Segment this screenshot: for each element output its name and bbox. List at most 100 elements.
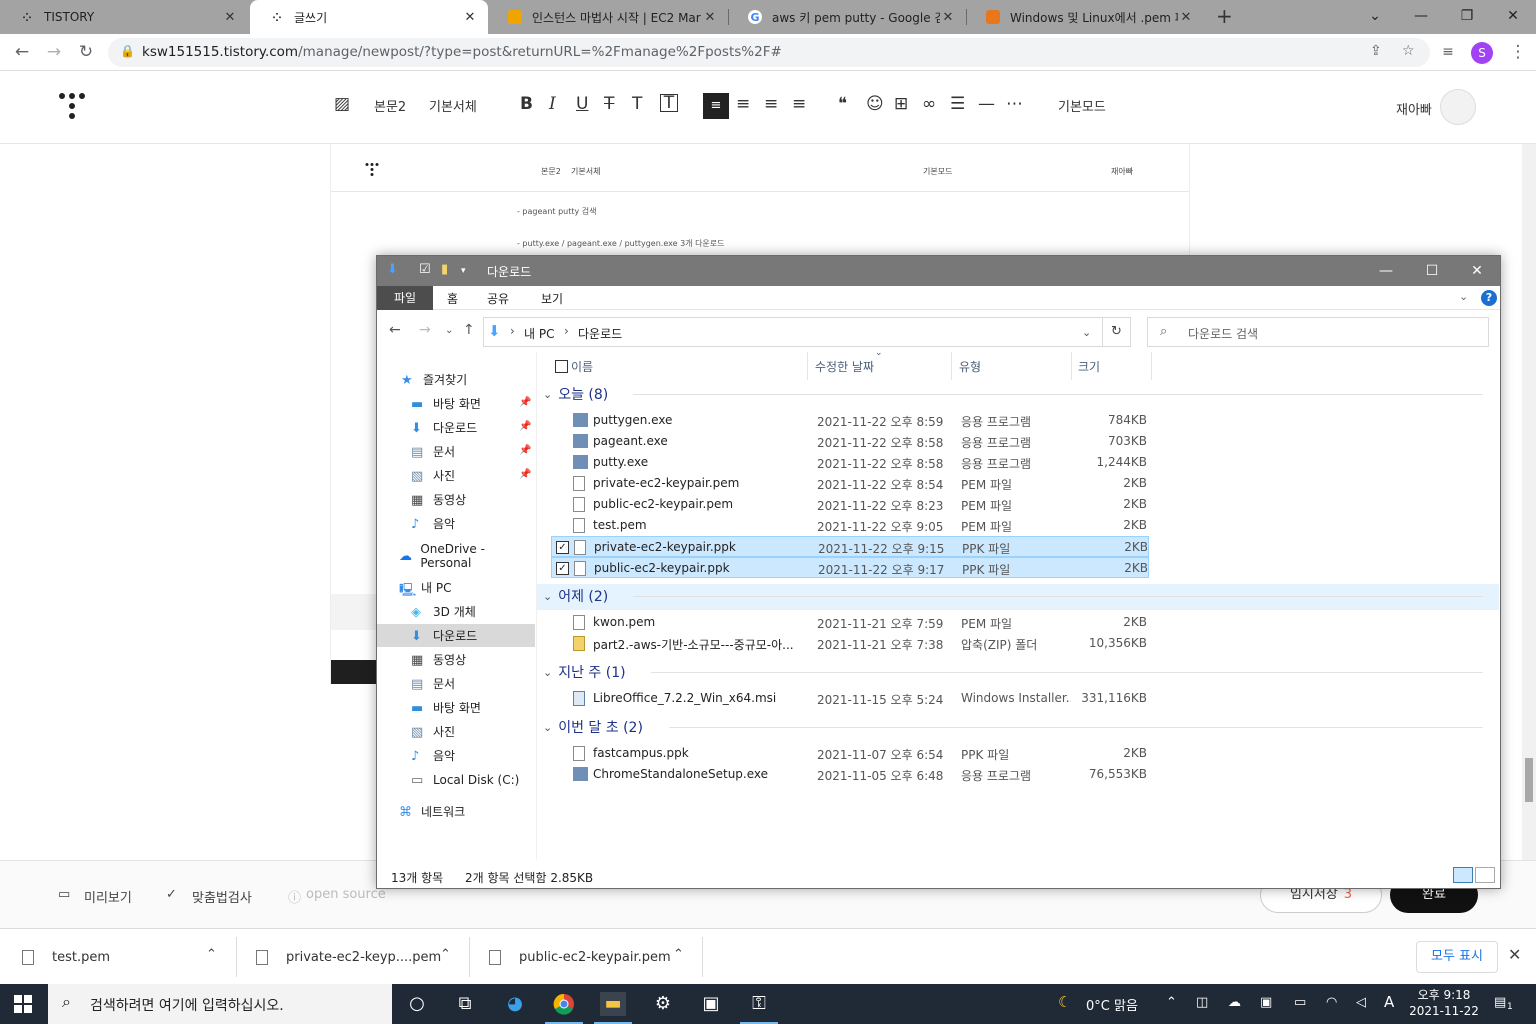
sidebar-item[interactable]: ▧ 사진 (377, 720, 535, 743)
display-icon[interactable]: ▣ (1260, 995, 1272, 1010)
new-tab-icon[interactable]: + (1216, 4, 1233, 28)
sidebar-item[interactable]: ◈ 3D 개체 (377, 600, 535, 623)
minimize-icon[interactable]: — (1363, 256, 1409, 286)
row-checkbox[interactable]: ✓ (556, 562, 569, 575)
details-view-icon[interactable] (1453, 867, 1473, 883)
font-dropdown[interactable]: 기본서체 (429, 96, 477, 115)
sidebar-item[interactable]: ♪ 음악 (377, 512, 535, 535)
ribbon-tab-view[interactable]: 보기 (541, 290, 563, 307)
chevron-up-icon[interactable]: ⌃ (206, 947, 217, 962)
column-header-type[interactable]: 유형 (959, 358, 981, 375)
link-icon[interactable]: ∞ (922, 94, 936, 114)
breadcrumb-separator-icon[interactable]: › (510, 324, 515, 338)
notification-icon[interactable]: ▤ (1494, 995, 1506, 1010)
sidebar-item[interactable]: ▤ 문서 (377, 672, 535, 695)
text-background-icon[interactable]: T (660, 94, 678, 112)
ribbon-tab-file[interactable]: 파일 (377, 286, 433, 310)
preview-button[interactable]: 미리보기 (84, 887, 132, 906)
align-left-icon[interactable]: ≡ (703, 93, 729, 119)
chevron-down-icon[interactable]: ⌄ (543, 388, 552, 401)
back-icon[interactable]: ← (389, 322, 401, 338)
ribbon-tab-home[interactable]: 홈 (447, 290, 458, 307)
sidebar-item[interactable]: ♪ 음악 (377, 744, 535, 767)
align-center-icon[interactable]: ≡ (736, 94, 750, 114)
emoticon-icon[interactable]: ☺ (866, 94, 884, 114)
close-tab-icon[interactable]: ✕ (702, 10, 718, 25)
restore-icon[interactable]: ❐ (1444, 0, 1490, 34)
sidebar-item-quick-access[interactable]: ★ 즐겨찾기 (377, 368, 535, 391)
close-window-icon[interactable]: ✕ (1454, 256, 1500, 286)
file-row[interactable]: putty.exe 2021-11-22 오후 8:58 응용 프로그램 1,244K… (551, 452, 1149, 473)
chevron-down-icon[interactable]: ⌄ (543, 590, 552, 603)
cortana-icon[interactable]: ○ (404, 992, 430, 1016)
sidebar-item[interactable]: ▭ Local Disk (C:) (377, 768, 535, 791)
close-download-shelf-icon[interactable]: ✕ (1508, 945, 1521, 964)
download-item[interactable]: public-ec2-keypair.pem ⌃ (489, 929, 703, 985)
group-header[interactable]: ⌄ 지난 주 (1) (543, 662, 1483, 682)
browser-tab-aws-docs[interactable]: Windows 및 Linux에서 .pem 파일 ✕ (966, 0, 1204, 34)
file-row[interactable]: ✓ private-ec2-keypair.ppk 2021-11-22 오후 9:… (551, 536, 1149, 557)
tab-search-icon[interactable]: ⌄ (1352, 0, 1398, 34)
row-checkbox[interactable]: ✓ (556, 541, 569, 554)
chevron-down-icon[interactable]: ⌄ (543, 721, 552, 734)
close-tab-icon[interactable]: ✕ (462, 10, 478, 25)
sidebar-item[interactable]: ▬ 바탕 화면 (377, 696, 535, 719)
input-method-indicator[interactable]: A (1384, 993, 1394, 1011)
select-all-checkbox[interactable] (555, 360, 568, 373)
file-row[interactable]: test.pem 2021-11-22 오후 9:05 PEM 파일 2KB (551, 515, 1149, 536)
file-row[interactable]: ✓ public-ec2-keypair.ppk 2021-11-22 오후 9:1… (551, 557, 1149, 578)
task-view-icon[interactable]: ⧉ (452, 992, 478, 1016)
maximize-icon[interactable]: ☐ (1409, 256, 1455, 286)
large-icons-view-icon[interactable] (1475, 867, 1495, 883)
taskbar-clock[interactable]: 오후 9:18 2021-11-22 (1404, 987, 1484, 1019)
explorer-search-box[interactable]: ⌕ 다운로드 검색 (1147, 317, 1489, 347)
close-tab-icon[interactable]: ✕ (940, 10, 956, 25)
page-scrollbar[interactable] (1522, 144, 1536, 860)
ribbon-tab-share[interactable]: 공유 (487, 290, 509, 307)
sidebar-item[interactable]: ▬ 바탕 화면 📌 (377, 392, 535, 415)
cloud-icon[interactable]: ☁ (1228, 995, 1241, 1010)
sidebar-item[interactable]: ⬇ 다운로드 📌 (377, 416, 535, 439)
share-icon[interactable]: ⇪ (1370, 43, 1382, 59)
chrome-icon[interactable] (545, 992, 583, 1024)
file-row[interactable]: pageant.exe 2021-11-22 오후 8:58 응용 프로그램 703K… (551, 431, 1149, 452)
putty-icon[interactable]: ⚙ (650, 992, 676, 1016)
refresh-icon[interactable]: ↻ (1103, 317, 1131, 347)
reload-icon[interactable]: ↻ (74, 40, 98, 64)
file-row[interactable]: fastcampus.ppk 2021-11-07 오후 6:54 PPK 파일 2K… (551, 743, 1149, 764)
show-all-downloads-button[interactable]: 모두 표시 (1416, 941, 1498, 973)
column-divider[interactable] (1071, 352, 1072, 380)
pageant-icon[interactable]: ▣ (698, 992, 724, 1016)
editor-mode-dropdown[interactable]: 기본모드 (1058, 96, 1106, 115)
volume-icon[interactable]: ◁ (1356, 995, 1366, 1010)
weather-text[interactable]: 0°C 맑음 (1086, 995, 1138, 1014)
spellcheck-button[interactable]: 맞춤법검사 (192, 887, 252, 906)
file-row[interactable]: LibreOffice_7.2.2_Win_x64.msi 2021-11-15 … (551, 688, 1149, 709)
image-insert-icon[interactable]: ▨ (334, 94, 350, 114)
breadcrumb-separator-icon[interactable]: › (564, 324, 569, 338)
chevron-down-icon[interactable]: ⌄ (543, 666, 552, 679)
align-right-icon[interactable]: ≡ (764, 94, 778, 114)
file-row[interactable]: private-ec2-keypair.pem 2021-11-22 오후 8:5… (551, 473, 1149, 494)
file-row[interactable]: puttygen.exe 2021-11-22 오후 8:59 응용 프로그램 784… (551, 410, 1149, 431)
chevron-up-icon[interactable]: ⌃ (440, 947, 451, 962)
bold-icon[interactable]: B (520, 94, 533, 114)
column-header-name[interactable]: 이름 (571, 358, 593, 375)
sidebar-item[interactable]: ⬇ 다운로드 (377, 624, 535, 647)
browser-tab-google[interactable]: G aws 키 pem putty - Google 검색 ✕ (728, 0, 966, 34)
file-row[interactable]: kwon.pem 2021-11-21 오후 7:59 PEM 파일 2KB (551, 612, 1149, 633)
reading-list-icon[interactable]: ≡ (1436, 40, 1460, 64)
more-options-icon[interactable]: ⋯ (1006, 94, 1023, 114)
forward-icon[interactable]: → (42, 40, 66, 64)
back-icon[interactable]: ← (10, 40, 34, 64)
show-hidden-icons-icon[interactable]: ⌃ (1166, 995, 1177, 1010)
open-source-link[interactable]: open source (306, 887, 386, 902)
group-header[interactable]: ⌄ 오늘 (8) (543, 384, 1483, 404)
underline-icon[interactable]: U (576, 94, 588, 114)
browser-tab-ec2[interactable]: 인스턴스 마법사 시작 | EC2 Mar ✕ (488, 0, 728, 34)
sidebar-item[interactable]: ▦ 동영상 (377, 488, 535, 511)
column-divider[interactable] (807, 352, 808, 380)
group-header[interactable]: ⌄ 이번 달 초 (2) (543, 717, 1483, 737)
bullet-list-icon[interactable]: ☰ (950, 94, 965, 114)
user-avatar[interactable] (1440, 89, 1476, 125)
